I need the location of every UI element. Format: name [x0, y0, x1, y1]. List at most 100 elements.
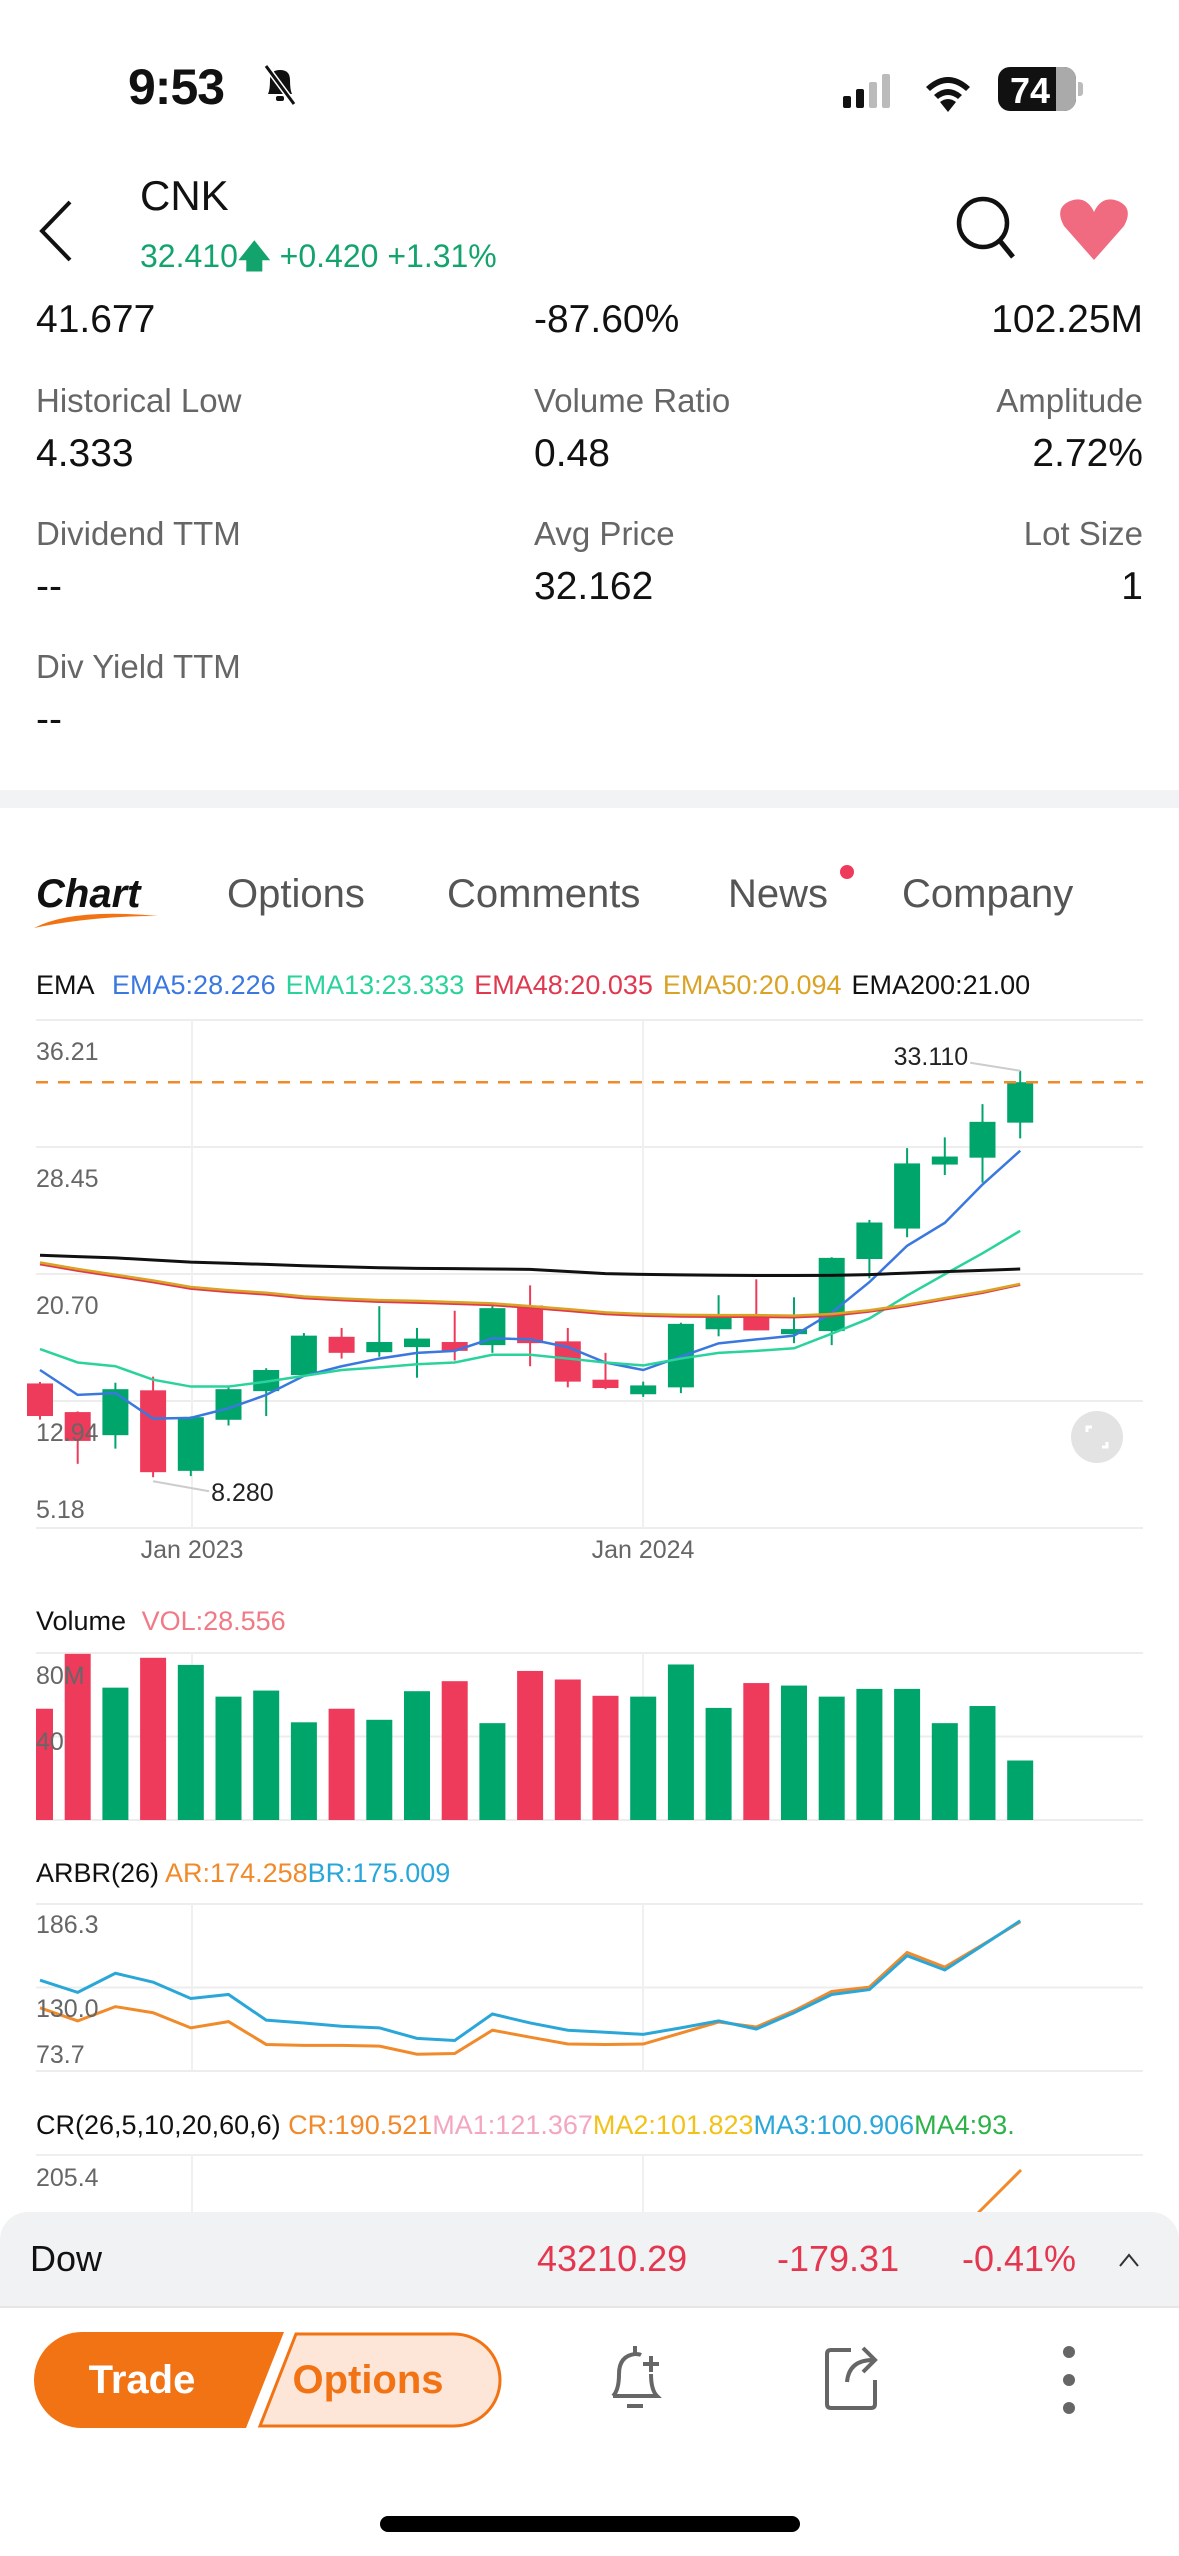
stat-value: -- [36, 698, 62, 741]
index-name: Dow [30, 2238, 103, 2279]
price-chart[interactable]: 36.21 28.45 20.70 12.94 5.18 Jan 2023 Jan 2024… [0, 1000, 1179, 1560]
cr-line [973, 2168, 1023, 2218]
arbr-chart[interactable]: 186.3 130.0 73.7 [0, 1895, 1179, 2080]
wifi-icon [926, 77, 970, 112]
share-icon[interactable] [823, 2342, 883, 2418]
stat-label: Lot Size [1023, 515, 1143, 552]
y-tick-label: 36.21 [36, 1038, 99, 1066]
volume-bar [177, 1664, 204, 1820]
options-button[interactable]: Options [288, 2358, 448, 2403]
candle-body [630, 1385, 657, 1395]
volume-bar [328, 1708, 355, 1820]
cr-title: CR(26,5,10,20,60,6) [36, 2110, 281, 2140]
index-change-pct: -0.41% [962, 2238, 1077, 2279]
tab-chart[interactable]: Chart [34, 872, 158, 928]
volume-bar [894, 1688, 921, 1820]
volume-bar [592, 1695, 619, 1820]
index-change: -179.31 [777, 2238, 900, 2279]
tab-company[interactable]: Company [902, 872, 1073, 917]
home-indicator [380, 2516, 800, 2532]
stat-label: Avg Price [534, 515, 675, 552]
stat-item: Amplitude 2.72% [996, 382, 1143, 476]
volume-bar [667, 1664, 694, 1820]
candle-body [366, 1342, 393, 1353]
arbr-line-br [39, 1919, 1022, 2042]
volume-bar [36, 1708, 53, 1820]
chevron-up-icon[interactable] [1118, 2252, 1140, 2268]
stat-value: 2.72% [1032, 432, 1143, 475]
legend-ema48: EMA48:20.035 [474, 970, 653, 1000]
legend-br: BR:175.009 [307, 1858, 451, 1888]
stock-header: CNK 32.410🡅 +0.420 +1.31% [0, 150, 1179, 290]
candle-body [592, 1379, 619, 1389]
candle-body [705, 1316, 732, 1330]
legend-cr: CR:190.521 [288, 2110, 433, 2140]
fullscreen-button[interactable] [1070, 1410, 1124, 1464]
stat-label: Div Yield TTM [36, 648, 241, 685]
volume-bar [140, 1657, 167, 1820]
volume-bar [856, 1688, 883, 1820]
volume-chart[interactable]: 80M 40 [0, 1640, 1179, 1830]
battery-cap [1078, 82, 1083, 96]
candle-body [290, 1335, 317, 1376]
stat-item: Avg Price 32.162 [534, 515, 675, 609]
index-ticker-bar[interactable]: Dow 43210.29 -179.31 -0.41% [0, 2212, 1179, 2306]
stat-item: Lot Size 1 [1024, 515, 1143, 609]
candle-body [102, 1389, 129, 1436]
tab-comments[interactable]: Comments [447, 872, 640, 917]
arbr-title: ARBR(26) [36, 1858, 160, 1888]
candle-body [517, 1305, 544, 1344]
stat-item: Volume Ratio 0.48 [534, 382, 730, 476]
volume-bar [705, 1707, 732, 1820]
ema-line-ema5 [39, 1149, 1022, 1420]
volume-indicator: VOL:28.556 [141, 1606, 286, 1636]
stat-label: Historical Low [36, 382, 242, 419]
bell-plus-icon[interactable] [605, 2340, 665, 2420]
volume-bar [931, 1723, 958, 1820]
volume-legend: Volume VOL:28.556 [36, 1606, 286, 1637]
volume-bar [404, 1691, 430, 1820]
back-chevron-icon[interactable] [36, 198, 80, 264]
volume-bar [479, 1723, 506, 1820]
y-tick-label: 5.18 [36, 1496, 85, 1524]
legend-ema200: EMA200:21.00 [851, 970, 1031, 1000]
volume-bar [517, 1670, 544, 1820]
x-tick-label: Jan 2024 [592, 1536, 695, 1560]
candle-body [931, 1156, 958, 1165]
candle-body [177, 1417, 204, 1471]
stat-label: Amplitude [996, 382, 1143, 419]
stat-value: 32.162 [534, 565, 654, 608]
stat-value: 4.333 [36, 432, 134, 475]
candle-body [969, 1121, 996, 1158]
stat-item: Historical Low 4.333 [36, 382, 241, 476]
tab-news[interactable]: News [728, 872, 828, 917]
stat-value: 1 [1121, 565, 1143, 608]
arrow-up-icon: 🡅 [237, 238, 271, 274]
stat-value: -- [36, 565, 62, 608]
more-icon[interactable] [1058, 2344, 1080, 2416]
trade-button[interactable]: Trade [62, 2358, 222, 2403]
volume-bar [781, 1685, 807, 1820]
stat-value: -87.60% [534, 298, 680, 341]
status-time: 9:53 [128, 59, 225, 115]
candle-body [818, 1257, 845, 1332]
low-leader [152, 1480, 210, 1493]
y-tick-label: 186.3 [36, 1911, 99, 1939]
volume-bar [441, 1681, 468, 1820]
y-tick-label: 130.0 [36, 1995, 99, 2023]
search-icon[interactable] [955, 195, 1017, 261]
candle-body [140, 1390, 167, 1473]
stat-label: Volume Ratio [534, 382, 731, 419]
stat-label: Dividend TTM [36, 515, 241, 552]
stat-item: Div Yield TTM -- [36, 648, 241, 742]
stock-change: +0.420 [279, 238, 379, 274]
tab-options[interactable]: Options [227, 872, 365, 917]
y-tick-label: 28.45 [36, 1165, 99, 1193]
y-tick-label: 80M [36, 1662, 85, 1690]
cr-chart[interactable]: 205.4 [0, 2150, 1179, 2220]
legend-ma3: MA3:100.906 [753, 2110, 915, 2140]
favorite-heart-icon[interactable] [1058, 198, 1130, 262]
legend-ma4: MA4:93. [914, 2110, 1015, 2140]
candle-body [894, 1163, 921, 1229]
volume-bar [1007, 1760, 1034, 1820]
